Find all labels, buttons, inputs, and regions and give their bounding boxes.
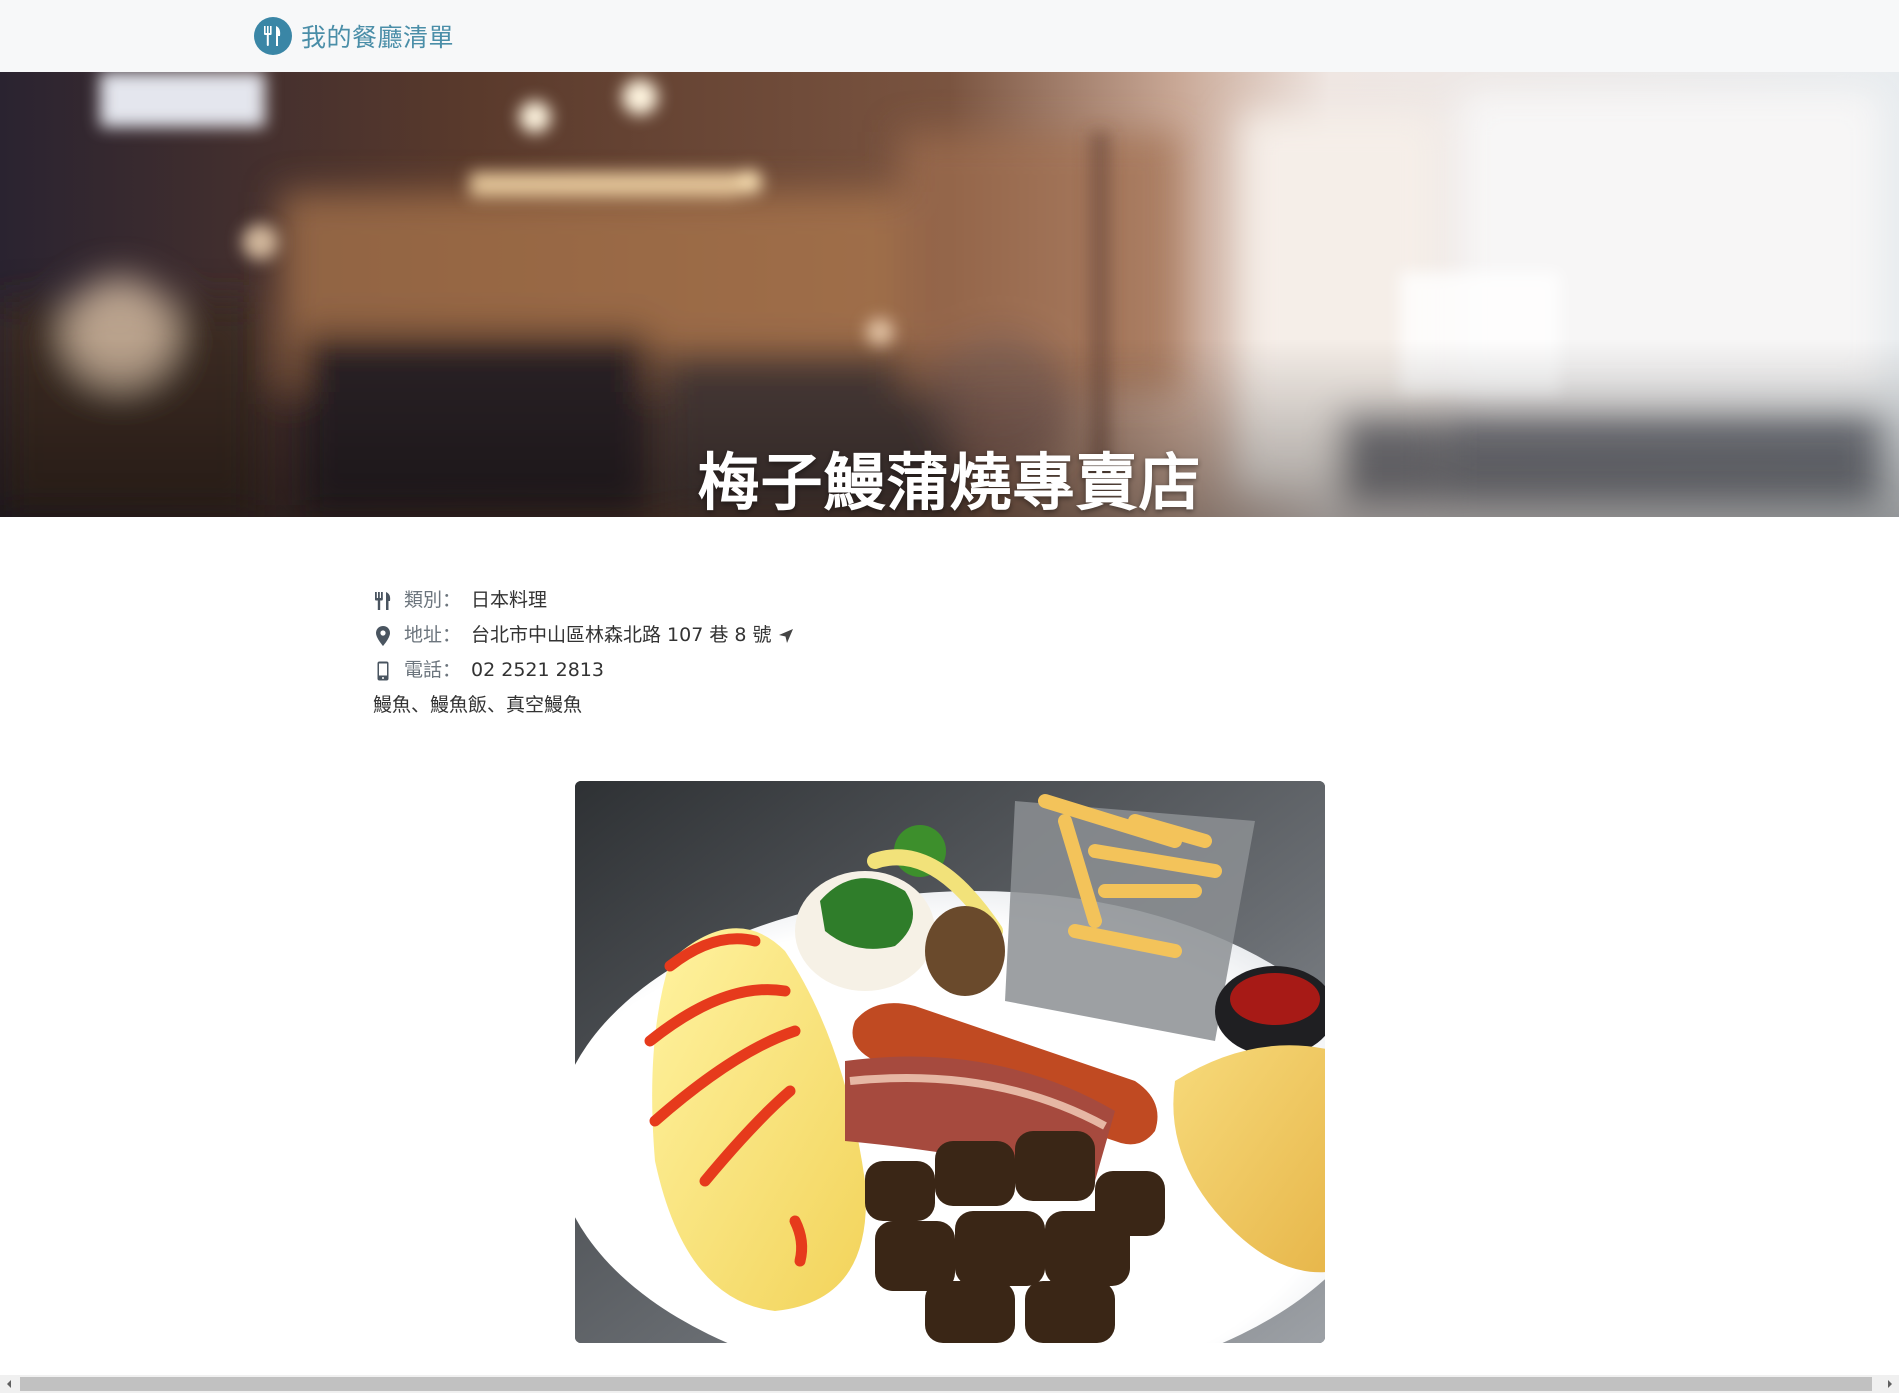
brand-link[interactable]: 我的餐廳清單 xyxy=(254,16,454,56)
address-value: 台北市中山區林森北路 107 巷 8 號 xyxy=(471,624,772,646)
restaurant-description: 鰻魚、鰻魚飯、真空鰻魚 xyxy=(373,694,583,716)
phone-value: 02 2521 2813 xyxy=(471,659,604,681)
address-row: 地址： 台北市中山區林森北路 107 巷 8 號 xyxy=(373,618,1273,653)
utensils-icon xyxy=(254,17,292,55)
mobile-phone-icon xyxy=(373,661,393,681)
restaurant-info: 類別： 日本料理 地址： 台北市中山區林森北路 107 巷 8 號 電話： 02… xyxy=(373,583,1273,723)
brand-text: 我的餐廳清單 xyxy=(301,23,455,52)
location-arrow-icon[interactable] xyxy=(778,628,794,644)
phone-label: 電話： xyxy=(404,659,462,681)
scroll-right-icon[interactable] xyxy=(1881,1375,1899,1393)
phone-row: 電話： 02 2521 2813 xyxy=(373,653,1273,688)
category-label: 類別： xyxy=(404,589,462,611)
category-value: 日本料理 xyxy=(471,589,548,611)
address-label: 地址： xyxy=(404,624,462,646)
navbar: 我的餐廳清單 xyxy=(0,0,1899,72)
restaurant-photo xyxy=(575,781,1325,1343)
restaurant-name: 梅子鰻蒲燒專賣店 xyxy=(697,445,1202,517)
horizontal-scrollbar[interactable] xyxy=(0,1375,1899,1393)
map-marker-icon xyxy=(373,625,393,646)
category-row: 類別： 日本料理 xyxy=(373,583,1273,618)
scroll-left-icon[interactable] xyxy=(0,1375,18,1393)
scrollbar-thumb[interactable] xyxy=(20,1377,1872,1391)
restaurant-banner: 梅子鰻蒲燒專賣店 xyxy=(0,72,1899,517)
utensils-icon xyxy=(373,591,393,611)
